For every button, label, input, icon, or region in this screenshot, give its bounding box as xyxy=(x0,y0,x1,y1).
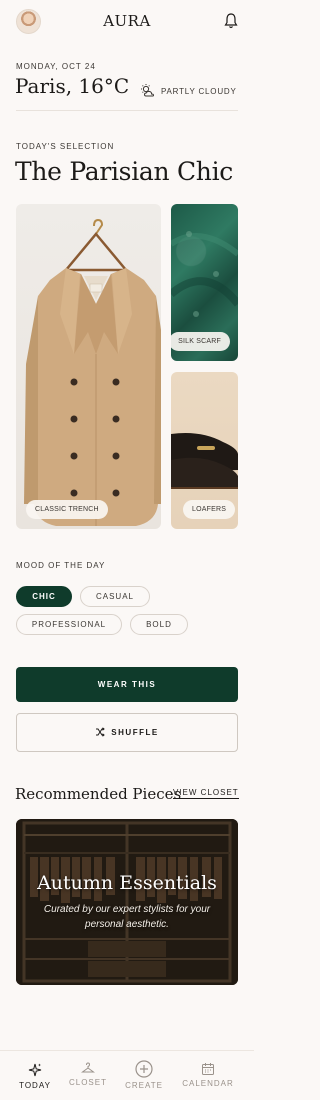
item-tag-trench: CLASSIC TRENCH xyxy=(26,500,108,519)
nav-label-create: CREATE xyxy=(125,1081,163,1090)
mood-chip-chic[interactable]: CHIC xyxy=(16,586,72,607)
nav-item-closet[interactable]: CLOSET xyxy=(58,1051,118,1087)
item-tag-scarf: SILK SCARF xyxy=(171,332,230,351)
mood-chip-professional[interactable]: PROFESSIONAL xyxy=(16,614,122,635)
outfit-item-trench[interactable]: CLASSIC TRENCH xyxy=(16,204,161,529)
weather-condition: PARTLY CLOUDY xyxy=(161,87,237,96)
calendar-icon xyxy=(202,1063,214,1075)
recommended-title: Recommended Pieces xyxy=(15,785,182,803)
shuffle-button[interactable]: SHUFFLE xyxy=(16,713,238,752)
outfit-item-loafers[interactable]: LOAFERS xyxy=(171,372,238,529)
outfit-item-scarf[interactable]: SILK SCARF xyxy=(171,204,238,361)
nav-label-calendar: CALENDAR xyxy=(182,1079,234,1088)
nav-label-today: TODAY xyxy=(19,1081,51,1090)
card-title: Autumn Essentials xyxy=(37,872,217,894)
bottom-nav: TODAY CLOSET CREATE CALENDAR xyxy=(0,1050,254,1100)
mood-chip-bold[interactable]: BOLD xyxy=(130,614,188,635)
city-temperature: Paris, 16°C xyxy=(15,74,130,98)
nav-item-create[interactable]: CREATE xyxy=(114,1051,174,1090)
trench-coat-image xyxy=(24,218,161,526)
item-tag-loafers: LOAFERS xyxy=(183,500,236,519)
brand-logo: AURA xyxy=(103,12,151,30)
view-closet-link[interactable]: VIEW CLOSET xyxy=(173,788,239,799)
plus-circle-icon xyxy=(135,1060,153,1078)
card-subtitle: Curated by our expert stylists for your … xyxy=(43,904,211,930)
date-label: MONDAY, OCT 24 xyxy=(16,62,96,71)
divider xyxy=(16,110,238,111)
nav-label-closet: CLOSET xyxy=(68,1078,107,1087)
partly-cloudy-icon xyxy=(141,84,155,97)
shuffle-label: SHUFFLE xyxy=(111,728,159,737)
app-header: AURA xyxy=(0,0,254,44)
hanger-icon xyxy=(81,1062,95,1073)
shuffle-icon xyxy=(96,727,106,737)
section-label: TODAY'S SELECTION xyxy=(16,142,115,151)
autumn-essentials-card[interactable]: Autumn Essentials Curated by our expert … xyxy=(16,819,238,985)
nav-item-calendar[interactable]: CALENDAR xyxy=(178,1051,238,1088)
mood-label: MOOD OF THE DAY xyxy=(16,561,106,570)
outfit-title: The Parisian Chic xyxy=(15,157,233,186)
wear-this-button[interactable]: WEAR THIS xyxy=(16,667,238,702)
bell-icon[interactable] xyxy=(223,12,239,30)
mood-chip-casual[interactable]: CASUAL xyxy=(80,586,150,607)
sparkle-icon xyxy=(28,1063,42,1077)
nav-item-today[interactable]: TODAY xyxy=(5,1051,65,1090)
